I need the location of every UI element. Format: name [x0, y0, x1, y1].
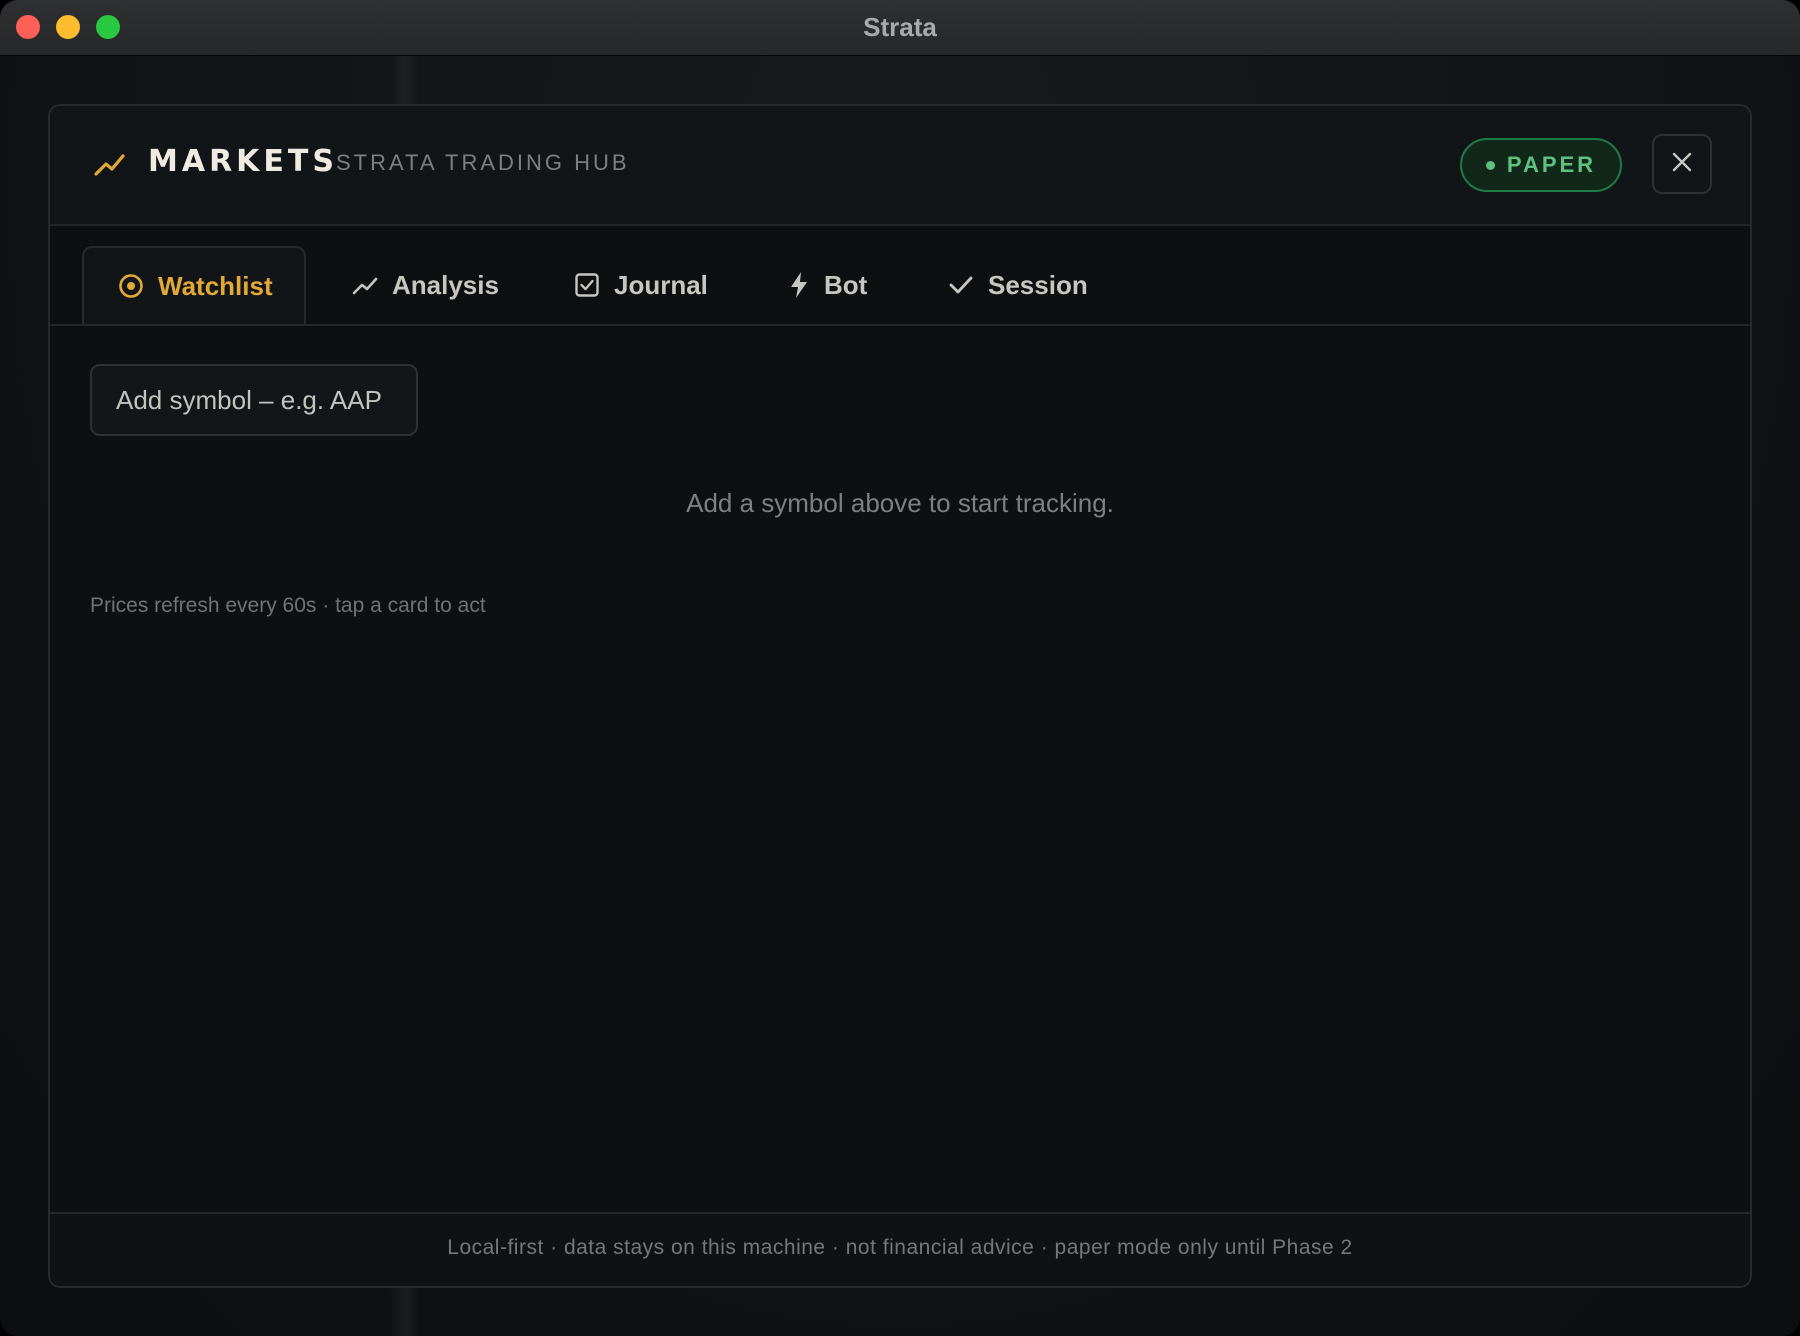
- window-title: Strata: [863, 12, 937, 42]
- page-title: MARKETS: [148, 144, 338, 179]
- tab-session[interactable]: Session: [948, 246, 1088, 324]
- panel-footer: Local-first · data stays on this machine…: [50, 1212, 1750, 1286]
- tab-journal[interactable]: Journal: [574, 246, 708, 324]
- checkbox-icon: [574, 272, 600, 298]
- tab-label: Journal: [614, 269, 708, 300]
- panel-header: MARKETS STRATA TRADING HUB PAPER: [50, 106, 1750, 226]
- footer-disclaimer: Local-first · data stays on this machine…: [447, 1236, 1353, 1259]
- paper-mode-badge: PAPER: [1460, 138, 1622, 192]
- tab-label: Bot: [824, 269, 868, 300]
- close-panel-button[interactable]: [1652, 134, 1712, 194]
- trend-up-icon: [94, 150, 126, 178]
- refresh-note: Prices refresh every 60s · tap a card to…: [90, 594, 486, 617]
- empty-state-message: Add a symbol above to start tracking.: [686, 488, 1114, 518]
- tab-bot[interactable]: Bot: [788, 246, 867, 324]
- tab-analysis[interactable]: Analysis: [352, 246, 499, 324]
- tab-watchlist[interactable]: Watchlist: [82, 246, 306, 324]
- checkmark-icon: [948, 274, 974, 296]
- tab-label: Session: [988, 269, 1088, 300]
- close-icon: [1671, 151, 1693, 178]
- tab-label: Analysis: [392, 269, 499, 300]
- trend-up-icon: [352, 274, 378, 296]
- add-symbol-input[interactable]: [90, 364, 418, 436]
- title-bar: Strata: [0, 0, 1800, 56]
- markets-panel: MARKETS STRATA TRADING HUB PAPER Watchli…: [48, 104, 1752, 1288]
- lightning-icon: [788, 271, 810, 299]
- page-subtitle: STRATA TRADING HUB: [336, 150, 630, 175]
- tab-label: Watchlist: [158, 270, 273, 301]
- target-icon: [118, 273, 144, 299]
- status-dot-icon: [1485, 160, 1495, 170]
- app-window: Strata MARKETS STRATA TRADING HUB PAPER: [0, 0, 1800, 1336]
- mode-badge-label: PAPER: [1506, 152, 1597, 177]
